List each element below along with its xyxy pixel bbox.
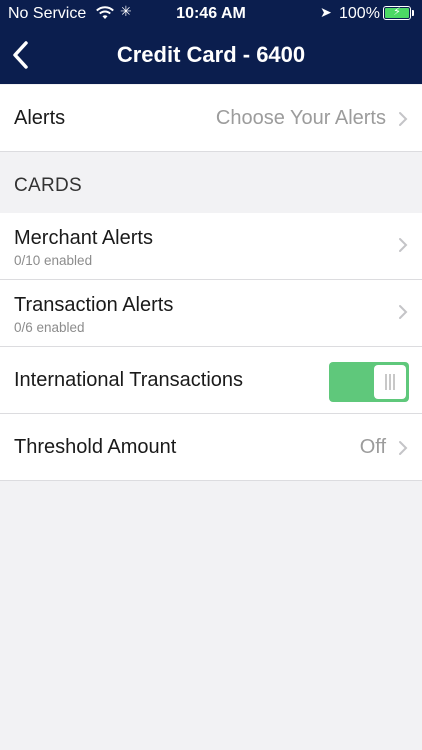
international-transactions-label: International Transactions [14, 369, 244, 391]
battery-tip [412, 10, 414, 16]
location-arrow-icon: ➤ [320, 4, 332, 20]
threshold-amount-row[interactable]: Threshold Amount Off [0, 414, 422, 481]
chevron-right-icon [399, 112, 408, 126]
section-header-cards: CARDS [14, 175, 83, 196]
battery-percent: 100% [339, 5, 380, 22]
international-transactions-toggle[interactable] [329, 362, 409, 402]
merchant-alerts-count: 0/10 enabled [14, 253, 93, 268]
transaction-alerts-row[interactable]: Transaction Alerts 0/6 enabled [0, 280, 422, 347]
chevron-right-icon [399, 441, 408, 455]
alerts-value: Choose Your Alerts [215, 107, 386, 129]
alerts-row[interactable]: Alerts Choose Your Alerts [0, 85, 422, 152]
transaction-alerts-label: Transaction Alerts [14, 294, 174, 316]
chevron-right-icon [399, 238, 408, 252]
toggle-knob [374, 365, 406, 399]
battery-icon: ⚡ [383, 6, 411, 20]
transaction-alerts-count: 0/6 enabled [14, 320, 85, 335]
page-title: Credit Card - 6400 [116, 42, 306, 67]
status-bar: No Service ✳ 10:46 AM ➤ 100% ⚡ [0, 0, 422, 28]
threshold-amount-value: Off [359, 436, 386, 458]
alerts-label: Alerts [14, 107, 66, 129]
merchant-alerts-row[interactable]: Merchant Alerts 0/10 enabled [0, 213, 422, 280]
chevron-right-icon [399, 305, 408, 319]
merchant-alerts-label: Merchant Alerts [14, 227, 153, 249]
threshold-amount-label: Threshold Amount [14, 436, 177, 458]
nav-header: No Service ✳ 10:46 AM ➤ 100% ⚡ Credit Ca… [0, 0, 422, 84]
